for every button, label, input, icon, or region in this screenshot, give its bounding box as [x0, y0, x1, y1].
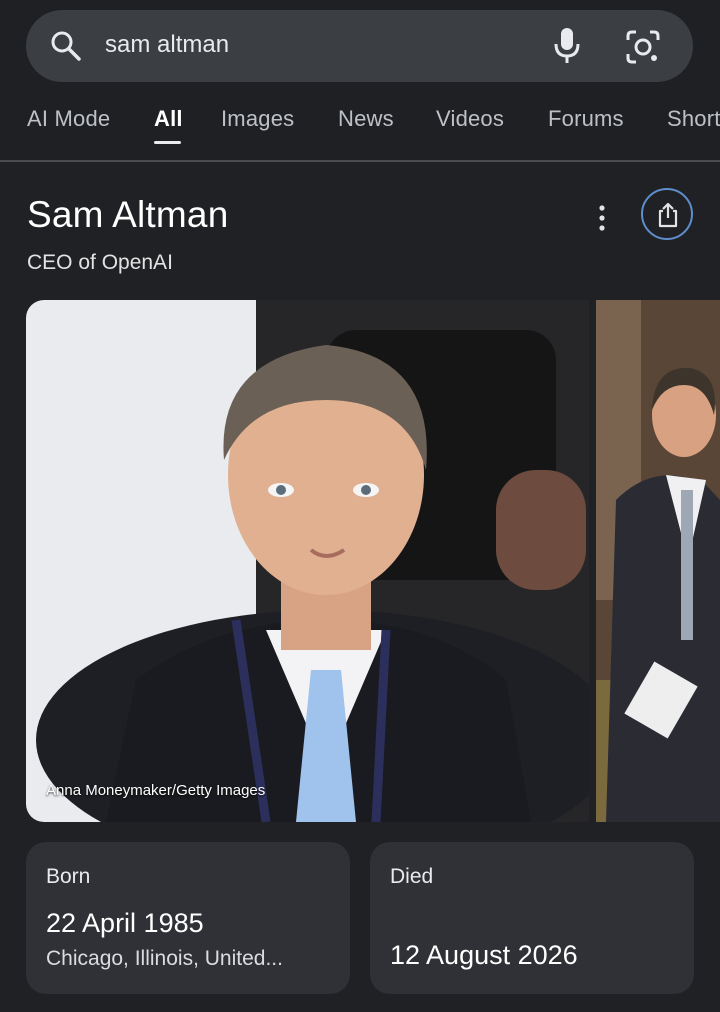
born-date: 22 April 1985 [46, 908, 204, 938]
born-place: Chicago, Illinois, United... [46, 947, 283, 970]
share-icon [658, 202, 678, 228]
knowledge-panel: Sam Altman CEO of OpenAI Anna Moneymaker… [0, 162, 720, 1012]
entity-subtitle: CEO of OpenAI [27, 251, 173, 274]
tab-short[interactable]: Short [667, 106, 720, 132]
share-button[interactable] [641, 188, 693, 240]
active-tab-indicator [154, 141, 181, 144]
portrait-image [26, 300, 589, 822]
entity-title: Sam Altman [27, 194, 229, 235]
mic-icon[interactable] [550, 26, 584, 66]
tab-videos[interactable]: Videos [436, 106, 504, 132]
born-card[interactable]: Born 22 April 1985 Chicago, Illinois, Un… [26, 842, 350, 994]
search-tabs: AI Mode All Images News Videos Forums Sh… [0, 96, 720, 160]
tab-forums[interactable]: Forums [548, 106, 624, 132]
born-label: Born [46, 865, 91, 888]
died-label: Died [390, 865, 434, 888]
photo-credit: Anna Moneymaker/Getty Images [46, 782, 266, 799]
more-options-icon[interactable] [592, 202, 612, 234]
tab-news[interactable]: News [338, 106, 394, 132]
secondary-photo[interactable] [596, 300, 720, 822]
tab-all[interactable]: All [154, 106, 183, 132]
secondary-portrait-image [596, 300, 720, 822]
tab-ai-mode[interactable]: AI Mode [27, 106, 110, 132]
died-date: 12 August 2026 [390, 940, 578, 970]
header: sam altman AI Mode All Images News Video… [0, 0, 720, 162]
search-bar[interactable]: sam altman [26, 10, 693, 82]
tab-images[interactable]: Images [221, 106, 294, 132]
search-input[interactable]: sam altman [105, 31, 229, 59]
search-icon[interactable] [48, 28, 84, 64]
died-card[interactable]: Died 12 August 2026 [370, 842, 694, 994]
google-lens-icon[interactable] [624, 28, 662, 66]
main-photo[interactable]: Anna Moneymaker/Getty Images [26, 300, 589, 822]
